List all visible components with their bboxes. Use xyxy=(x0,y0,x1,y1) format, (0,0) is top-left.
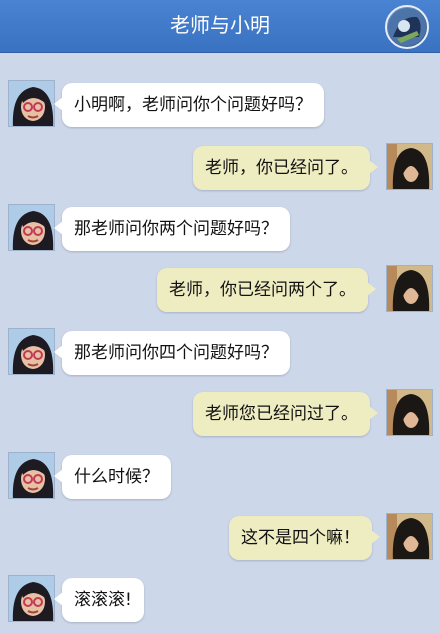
student-avatar[interactable] xyxy=(386,143,433,190)
message-bubble-student[interactable]: 老师您已经问过了。 xyxy=(193,392,378,436)
student-avatar[interactable] xyxy=(386,265,433,312)
message-text: 那老师问你两个问题好吗？ xyxy=(74,219,278,239)
message-row: 什么时候？ xyxy=(0,452,440,504)
message-row: 这不是四个嘛！ xyxy=(0,513,440,565)
teacher-avatar[interactable] xyxy=(8,204,55,251)
message-text: 那老师问你四个问题好吗？ xyxy=(74,343,278,363)
message-list[interactable]: 小明啊，老师问你个问题好吗？ 老师，你已经问了。 那老师问你两个问题好吗？ 老师… xyxy=(0,53,440,634)
message-row: 老师，你已经问了。 xyxy=(0,143,440,195)
message-text: 什么时候？ xyxy=(74,467,159,487)
teacher-avatar[interactable] xyxy=(8,80,55,127)
chat-header: 老师与小明 xyxy=(0,0,440,53)
chat-title: 老师与小明 xyxy=(170,13,270,37)
message-text: 滚滚滚! xyxy=(74,590,132,610)
message-row: 那老师问你四个问题好吗？ xyxy=(0,328,440,380)
message-row: 滚滚滚! xyxy=(0,575,440,627)
message-text: 小明啊，老师问你个问题好吗？ xyxy=(74,95,312,115)
student-avatar[interactable] xyxy=(386,513,433,560)
message-bubble-teacher[interactable]: 滚滚滚! xyxy=(54,578,144,622)
message-row: 老师您已经问过了。 xyxy=(0,389,440,441)
message-text: 老师，你已经问两个了。 xyxy=(169,280,356,300)
teacher-avatar[interactable] xyxy=(8,328,55,375)
teacher-avatar[interactable] xyxy=(8,452,55,499)
message-text: 这不是四个嘛！ xyxy=(241,528,360,548)
message-row: 那老师问你两个问题好吗？ xyxy=(0,204,440,256)
message-bubble-teacher[interactable]: 小明啊，老师问你个问题好吗？ xyxy=(54,83,324,127)
message-bubble-student[interactable]: 这不是四个嘛！ xyxy=(229,516,380,560)
message-row: 老师，你已经问两个了。 xyxy=(0,265,440,317)
message-row: 小明啊，老师问你个问题好吗？ xyxy=(0,80,440,132)
message-bubble-teacher[interactable]: 什么时候？ xyxy=(54,455,171,499)
message-bubble-student[interactable]: 老师，你已经问了。 xyxy=(193,146,378,190)
message-bubble-teacher[interactable]: 那老师问你两个问题好吗？ xyxy=(54,207,290,251)
teacher-avatar[interactable] xyxy=(8,575,55,622)
message-bubble-teacher[interactable]: 那老师问你四个问题好吗？ xyxy=(54,331,290,375)
message-text: 老师您已经问过了。 xyxy=(205,404,358,424)
message-bubble-student[interactable]: 老师，你已经问两个了。 xyxy=(157,268,376,312)
contact-avatar[interactable] xyxy=(385,5,429,49)
message-text: 老师，你已经问了。 xyxy=(205,158,358,178)
student-avatar[interactable] xyxy=(386,389,433,436)
